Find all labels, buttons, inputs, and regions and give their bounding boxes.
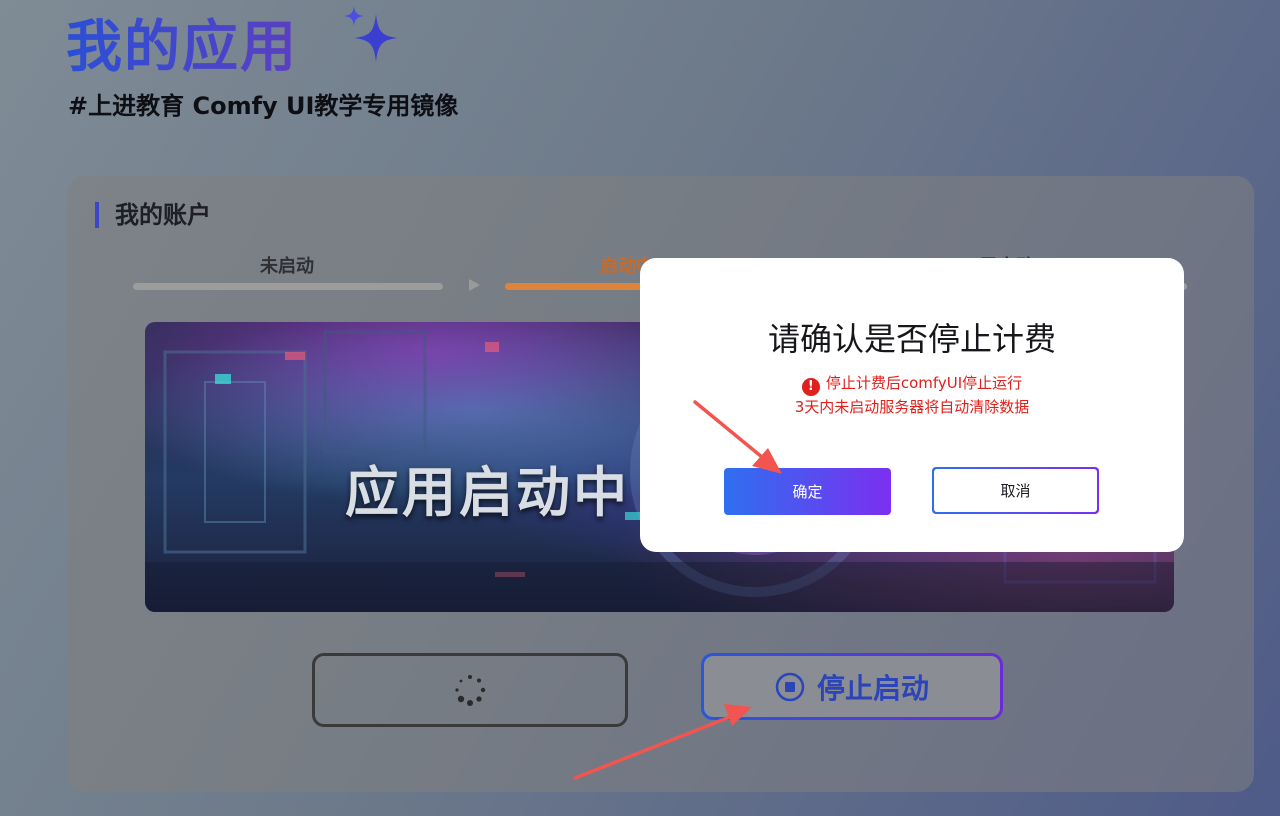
warning-line-1: 停止计费后comfyUI停止运行 <box>825 374 1023 392</box>
warning-icon: ! <box>801 378 820 396</box>
cancel-button[interactable]: 取消 <box>932 467 1099 514</box>
confirm-button[interactable]: 确定 <box>724 468 891 515</box>
stop-icon <box>775 672 805 701</box>
step-label-not-started: 未启动 <box>260 256 314 277</box>
banner-text: 应用启动中 <box>345 461 630 524</box>
dialog-title: 请确认是否停止计费 <box>767 320 1056 358</box>
stop-start-button[interactable]: 停止启动 <box>701 653 1003 720</box>
step-arrow-icon <box>469 279 480 291</box>
loading-button[interactable] <box>312 653 628 727</box>
sparkle-icon <box>344 6 398 62</box>
cancel-button-label: 取消 <box>934 469 1097 512</box>
stop-start-label: 停止启动 <box>816 671 929 705</box>
page-subtitle: #上进教育 Comfy UI教学专用镜像 <box>68 92 459 120</box>
loading-spinner-icon <box>455 675 486 706</box>
dialog-warning: ! 停止计费后comfyUI停止运行 3天内未启动服务器将自动清除数据 <box>640 372 1184 419</box>
page-title: 我的应用 <box>66 2 298 83</box>
step-bar-not-started <box>133 283 443 290</box>
confirm-stop-dialog: 请确认是否停止计费 ! 停止计费后comfyUI停止运行 3天内未启动服务器将自动… <box>640 258 1184 552</box>
section-title: 我的账户 <box>95 202 211 228</box>
warning-line-2: 3天内未启动服务器将自动清除数据 <box>794 398 1030 416</box>
stop-start-button-inner: 停止启动 <box>704 656 1000 717</box>
